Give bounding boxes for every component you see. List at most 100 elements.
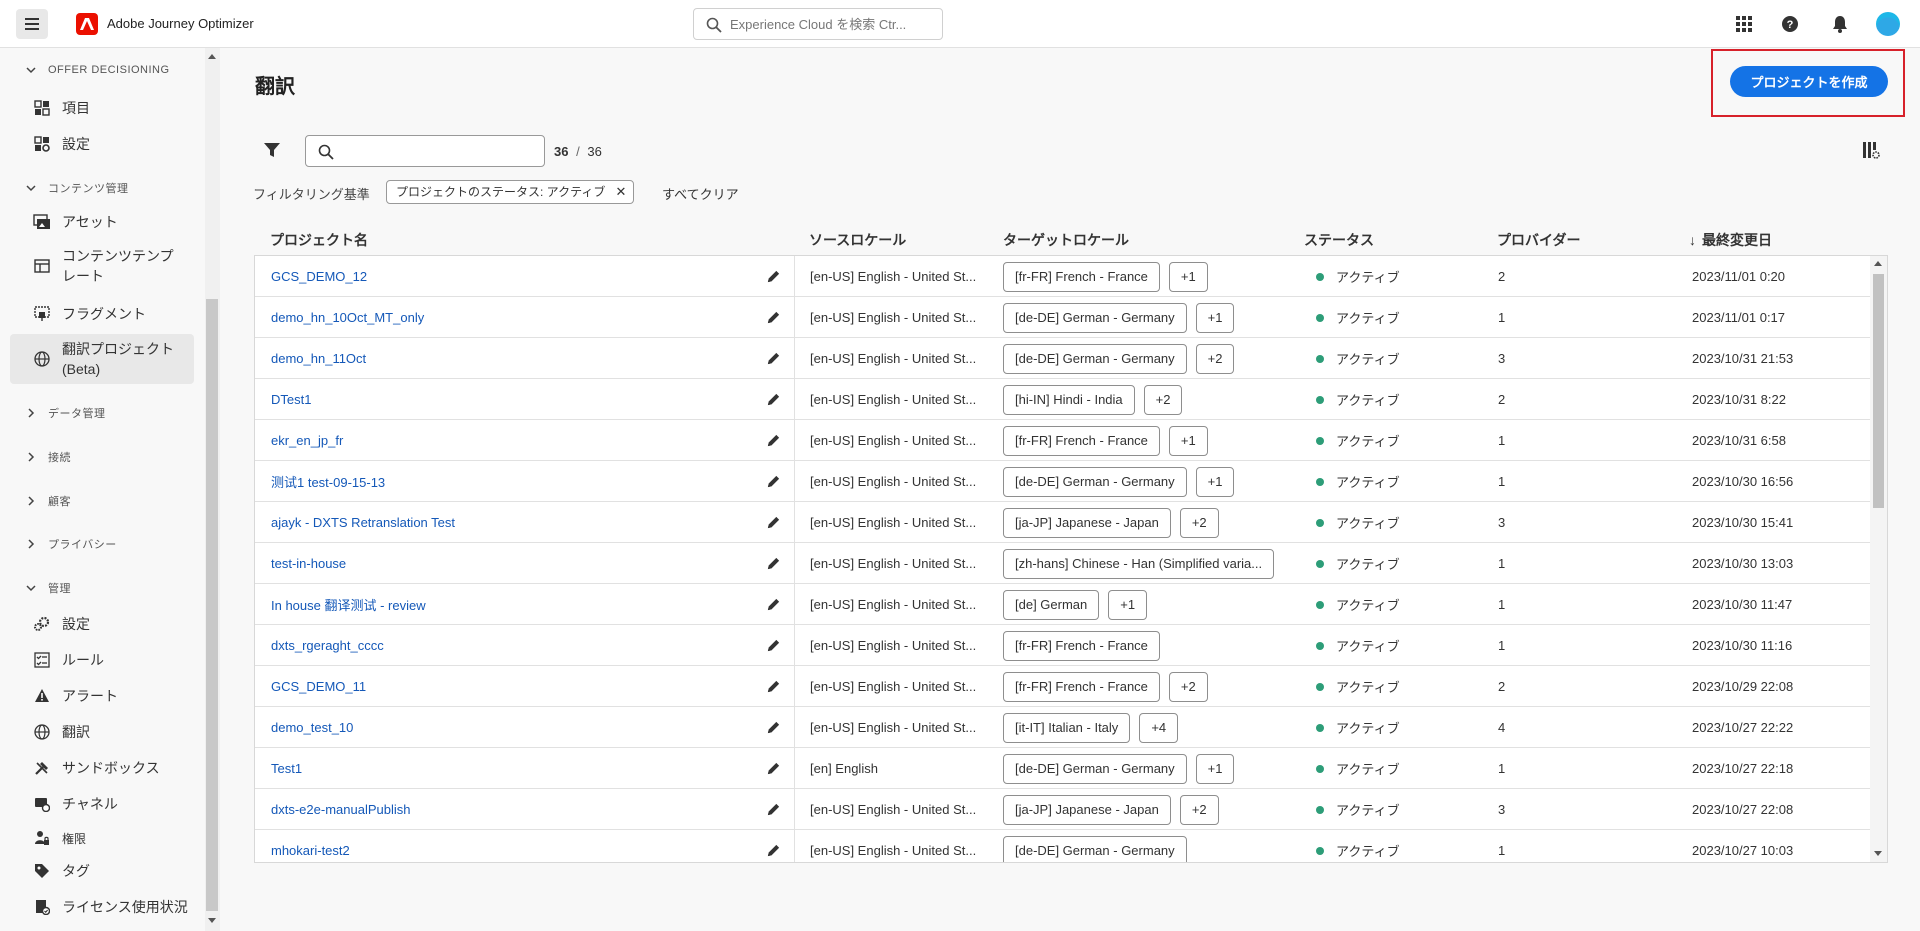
- target-locale-tag[interactable]: [fr-FR] French - France: [1003, 671, 1160, 702]
- column-header-status[interactable]: ステータス: [1304, 230, 1374, 250]
- scrollbar-thumb[interactable]: [206, 299, 218, 911]
- section-connections[interactable]: 接続: [26, 449, 71, 465]
- target-locale-tag[interactable]: [zh-hans] Chinese - Han (Simplified vari…: [1003, 548, 1275, 579]
- scroll-down-icon[interactable]: [1874, 851, 1882, 856]
- scrollbar-thumb[interactable]: [1873, 274, 1884, 508]
- target-locale-tag[interactable]: [hi-IN] Hindi - India: [1003, 384, 1135, 415]
- sidebar-item-translation-projects[interactable]: 翻訳プロジェクト (Beta): [10, 334, 194, 384]
- apps-grid-icon[interactable]: [1732, 12, 1756, 36]
- column-header-name[interactable]: プロジェクト名: [270, 230, 368, 250]
- edit-pencil-icon[interactable]: [763, 707, 783, 748]
- edit-pencil-icon[interactable]: [763, 297, 783, 338]
- target-locale-tag[interactable]: [de] German: [1003, 589, 1100, 620]
- app-title[interactable]: Adobe Journey Optimizer: [107, 16, 254, 31]
- project-name-link[interactable]: mhokari-test2: [271, 830, 350, 862]
- target-locale-tag[interactable]: [fr-FR] French - France: [1003, 425, 1160, 456]
- project-name-link[interactable]: GCS_DEMO_11: [271, 666, 366, 707]
- section-offer-decisioning[interactable]: OFFER DECISIONING: [26, 64, 170, 76]
- help-icon[interactable]: ?: [1778, 12, 1802, 36]
- section-customer[interactable]: 顧客: [26, 493, 71, 509]
- project-name-link[interactable]: ekr_en_jp_fr: [271, 420, 343, 461]
- more-locales-tag[interactable]: +2: [1168, 671, 1208, 702]
- column-header-modified[interactable]: ↓ 最終変更日: [1689, 230, 1772, 250]
- sidebar-item-permissions[interactable]: 権限: [10, 826, 194, 850]
- column-header-provider[interactable]: プロバイダー: [1497, 230, 1580, 250]
- create-project-button[interactable]: プロジェクトを作成: [1730, 66, 1888, 97]
- column-settings-icon[interactable]: [1862, 141, 1880, 159]
- target-locale-tag[interactable]: [de-DE] German - Germany: [1003, 835, 1187, 862]
- project-name-link[interactable]: DTest1: [271, 379, 311, 420]
- sidebar-item-rules[interactable]: ルール: [10, 648, 194, 672]
- section-data-management[interactable]: データ管理: [26, 405, 106, 421]
- project-name-link[interactable]: Test1: [271, 748, 302, 789]
- table-row[interactable]: ekr_en_jp_fr [en-US] English - United St.…: [255, 420, 1870, 461]
- target-locale-tag[interactable]: [fr-FR] French - France: [1003, 261, 1160, 292]
- target-locale-tag[interactable]: [ja-JP] Japanese - Japan: [1003, 794, 1171, 825]
- sidebar-item-alerts[interactable]: アラート: [10, 684, 194, 708]
- table-row[interactable]: test-in-house [en-US] English - United St…: [255, 543, 1870, 584]
- sidebar-item-offer-settings[interactable]: 設定: [10, 132, 194, 156]
- edit-pencil-icon[interactable]: [763, 379, 783, 420]
- sidebar-item-fragments[interactable]: フラグメント: [10, 302, 194, 326]
- sidebar-item-admin-settings[interactable]: 設定: [10, 612, 194, 636]
- table-row[interactable]: DTest1 [en-US] English - United St... [hi-…: [255, 379, 1870, 420]
- more-locales-tag[interactable]: +1: [1168, 425, 1208, 456]
- table-row[interactable]: dxts-e2e-manualPublish [en-US] English - …: [255, 789, 1870, 830]
- table-row[interactable]: In house 翻译测试 - review [en-US] English - …: [255, 584, 1870, 625]
- target-locale-tag[interactable]: [ja-JP] Japanese - Japan: [1003, 507, 1171, 538]
- edit-pencil-icon[interactable]: [763, 584, 783, 625]
- table-row[interactable]: 测试1 test-09-15-13 [en-US] English - Unite…: [255, 461, 1870, 502]
- adobe-logo-icon[interactable]: [76, 13, 98, 35]
- table-row[interactable]: demo_hn_11Oct [en-US] English - United St…: [255, 338, 1870, 379]
- more-locales-tag[interactable]: +2: [1143, 384, 1183, 415]
- table-row[interactable]: GCS_DEMO_12 [en-US] English - United St..…: [255, 256, 1870, 297]
- edit-pencil-icon[interactable]: [763, 666, 783, 707]
- more-locales-tag[interactable]: +1: [1195, 753, 1235, 784]
- sidebar-scrollbar[interactable]: [205, 48, 220, 931]
- target-locale-tag[interactable]: [de-DE] German - Germany: [1003, 343, 1187, 374]
- scroll-up-icon[interactable]: [208, 54, 216, 59]
- project-name-link[interactable]: ajayk - DXTS Retranslation Test: [271, 502, 455, 543]
- filter-icon[interactable]: [263, 141, 281, 159]
- edit-pencil-icon[interactable]: [763, 420, 783, 461]
- table-row[interactable]: dxts_rgeraght_cccc [en-US] English - Unit…: [255, 625, 1870, 666]
- scroll-down-icon[interactable]: [208, 918, 216, 923]
- edit-pencil-icon[interactable]: [763, 338, 783, 379]
- table-row[interactable]: mhokari-test2 [en-US] English - United St…: [255, 830, 1870, 862]
- project-name-link[interactable]: In house 翻译测试 - review: [271, 584, 426, 625]
- project-name-link[interactable]: GCS_DEMO_12: [271, 256, 367, 297]
- edit-pencil-icon[interactable]: [763, 256, 783, 297]
- target-locale-tag[interactable]: [de-DE] German - Germany: [1003, 466, 1187, 497]
- section-content-management[interactable]: コンテンツ管理: [26, 180, 129, 196]
- more-locales-tag[interactable]: +2: [1179, 794, 1219, 825]
- column-header-source[interactable]: ソースロケール: [809, 230, 906, 250]
- clear-all-link[interactable]: すべてクリア: [662, 184, 739, 203]
- more-locales-tag[interactable]: +1: [1195, 466, 1235, 497]
- table-row[interactable]: demo_hn_10Oct_MT_only [en-US] English - U…: [255, 297, 1870, 338]
- target-locale-tag[interactable]: [fr-FR] French - France: [1003, 630, 1160, 661]
- user-avatar[interactable]: [1876, 12, 1900, 36]
- target-locale-tag[interactable]: [de-DE] German - Germany: [1003, 302, 1187, 333]
- global-search-input[interactable]: [730, 13, 936, 35]
- more-locales-tag[interactable]: +1: [1195, 302, 1235, 333]
- notification-bell-icon[interactable]: [1828, 12, 1852, 36]
- filter-tag-status[interactable]: プロジェクトのステータス: アクティブ ✕: [386, 180, 635, 204]
- more-locales-tag[interactable]: +2: [1195, 343, 1235, 374]
- sidebar-item-license-usage[interactable]: ライセンス使用状況: [10, 895, 194, 919]
- project-name-link[interactable]: demo_hn_11Oct: [271, 338, 366, 379]
- sidebar-item-tags[interactable]: タグ: [10, 859, 194, 883]
- sidebar-item-sandbox[interactable]: サンドボックス: [10, 756, 194, 780]
- edit-pencil-icon[interactable]: [763, 789, 783, 830]
- edit-pencil-icon[interactable]: [763, 830, 783, 862]
- global-search[interactable]: [693, 8, 943, 40]
- table-row[interactable]: Test1 [en] English [de-DE] German - German…: [255, 748, 1870, 789]
- edit-pencil-icon[interactable]: [763, 625, 783, 666]
- menu-icon[interactable]: [16, 9, 48, 39]
- project-name-link[interactable]: test-in-house: [271, 543, 346, 584]
- project-name-link[interactable]: dxts_rgeraght_cccc: [271, 625, 384, 666]
- table-row[interactable]: ajayk - DXTS Retranslation Test [en-US] E…: [255, 502, 1870, 543]
- edit-pencil-icon[interactable]: [763, 502, 783, 543]
- target-locale-tag[interactable]: [de-DE] German - Germany: [1003, 753, 1187, 784]
- more-locales-tag[interactable]: +4: [1139, 712, 1179, 743]
- edit-pencil-icon[interactable]: [763, 748, 783, 789]
